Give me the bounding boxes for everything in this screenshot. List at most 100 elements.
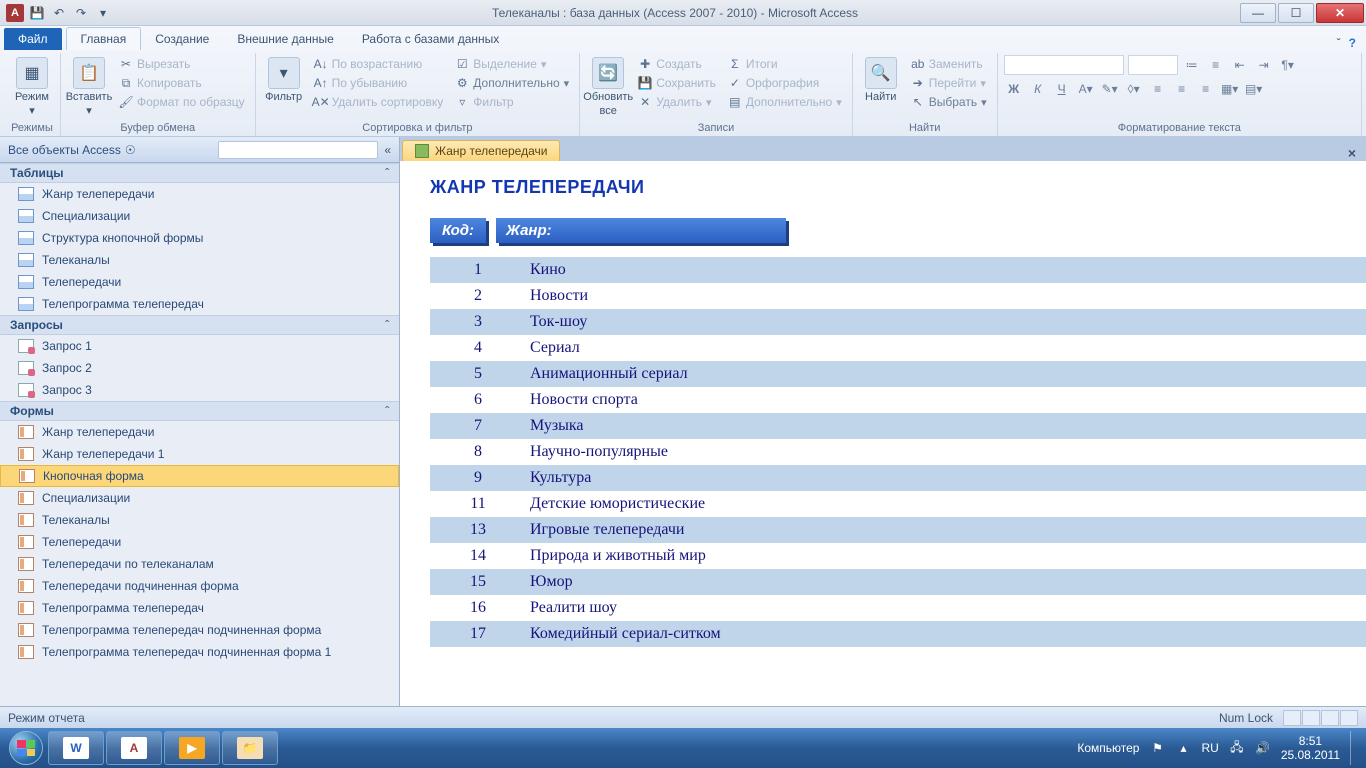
nav-search-input[interactable] — [218, 141, 378, 159]
nav-item[interactable]: Специализации — [0, 205, 399, 227]
maximize-button[interactable]: ☐ — [1278, 3, 1314, 23]
delete-record-button[interactable]: ✕Удалить ▾ — [634, 93, 720, 111]
indent-inc-icon[interactable]: ⇥ — [1254, 55, 1274, 75]
paste-button[interactable]: 📋Вставить▾ — [67, 55, 111, 119]
clear-sort-button[interactable]: A✕Удалить сортировку — [310, 93, 448, 111]
lang-indicator[interactable]: RU — [1201, 741, 1218, 755]
nav-item[interactable]: Телепрограмма телепередач подчиненная фо… — [0, 619, 399, 641]
table-row[interactable]: 9Культура — [430, 465, 1366, 491]
table-row[interactable]: 1Кино — [430, 257, 1366, 283]
taskbar-access[interactable]: A — [106, 731, 162, 765]
minimize-ribbon-icon[interactable]: ˇ — [1337, 36, 1341, 50]
save-record-button[interactable]: 💾Сохранить — [634, 74, 720, 92]
speaker-icon[interactable]: 🔊 — [1255, 740, 1271, 756]
para-dir-icon[interactable]: ¶▾ — [1278, 55, 1298, 75]
view-design-button[interactable] — [1340, 710, 1358, 726]
table-row[interactable]: 17Комедийный сериал-ситком — [430, 621, 1366, 647]
nav-cat-forms[interactable]: Формыˆ — [0, 401, 399, 421]
selection-button[interactable]: ☑Выделение ▾ — [451, 55, 573, 73]
nav-header[interactable]: Все объекты Access ☉ « — [0, 137, 399, 163]
nav-item[interactable]: Телеканалы — [0, 509, 399, 531]
nav-cat-queries[interactable]: Запросыˆ — [0, 315, 399, 335]
tray-overflow-icon[interactable]: ▴ — [1175, 740, 1191, 756]
table-row[interactable]: 14Природа и животный мир — [430, 543, 1366, 569]
redo-icon[interactable]: ↷ — [72, 4, 90, 22]
table-row[interactable]: 3Ток-шоу — [430, 309, 1366, 335]
nav-item[interactable]: Телепрограмма телепередач — [0, 597, 399, 619]
nav-item[interactable]: Запрос 2 — [0, 357, 399, 379]
goto-button[interactable]: ➔Перейти ▾ — [907, 74, 991, 92]
mode-button[interactable]: ▦Режим▾ — [10, 55, 54, 119]
fontcolor-button[interactable]: A▾ — [1076, 79, 1096, 99]
numbering-icon[interactable]: ≡ — [1206, 55, 1226, 75]
copy-button[interactable]: ⧉Копировать — [115, 74, 249, 92]
nav-item[interactable]: Запрос 1 — [0, 335, 399, 357]
gridlines-icon[interactable]: ▦▾ — [1220, 79, 1240, 99]
nav-cat-tables[interactable]: Таблицыˆ — [0, 163, 399, 183]
nav-item[interactable]: Телепередачи по телеканалам — [0, 553, 399, 575]
taskbar-mediaplayer[interactable]: ▶ — [164, 731, 220, 765]
new-record-button[interactable]: ✚Создать — [634, 55, 720, 73]
tab-file[interactable]: Файл — [4, 28, 62, 50]
sort-desc-button[interactable]: A↑По убыванию — [310, 74, 448, 92]
close-doc-button[interactable]: × — [1338, 145, 1366, 161]
taskbar-word[interactable]: W — [48, 731, 104, 765]
more-records-button[interactable]: ▤Дополнительно ▾ — [724, 93, 846, 111]
font-select[interactable] — [1004, 55, 1124, 75]
show-desktop-button[interactable] — [1350, 731, 1360, 765]
network-icon[interactable]: 🖧 — [1229, 740, 1245, 756]
table-row[interactable]: 4Сериал — [430, 335, 1366, 361]
table-row[interactable]: 5Анимационный сериал — [430, 361, 1366, 387]
minimize-button[interactable]: — — [1240, 3, 1276, 23]
table-row[interactable]: 8Научно-популярные — [430, 439, 1366, 465]
nav-item[interactable]: Телепередачи подчиненная форма — [0, 575, 399, 597]
save-icon[interactable]: 💾 — [28, 4, 46, 22]
undo-icon[interactable]: ↶ — [50, 4, 68, 22]
nav-item[interactable]: Жанр телепередачи 1 — [0, 443, 399, 465]
nav-item[interactable]: Телепрограмма телепередач — [0, 293, 399, 315]
nav-item[interactable]: Жанр телепередачи — [0, 421, 399, 443]
refresh-button[interactable]: 🔄Обновитьвсе — [586, 55, 630, 119]
altrow-icon[interactable]: ▤▾ — [1244, 79, 1264, 99]
fillcolor-button[interactable]: ◊▾ — [1124, 79, 1144, 99]
bullets-icon[interactable]: ≔ — [1182, 55, 1202, 75]
nav-item[interactable]: Жанр телепередачи — [0, 183, 399, 205]
format-painter-button[interactable]: 🖌Формат по образцу — [115, 93, 249, 111]
view-report-button[interactable] — [1283, 710, 1301, 726]
qat-dropdown-icon[interactable]: ▾ — [94, 4, 112, 22]
taskbar-explorer[interactable]: 📁 — [222, 731, 278, 765]
apply-filter-button[interactable]: ▿Фильтр — [451, 93, 573, 111]
fontsize-select[interactable] — [1128, 55, 1178, 75]
tab-dbtools[interactable]: Работа с базами данных — [348, 28, 513, 50]
tray-clock[interactable]: 8:5125.08.2011 — [1281, 734, 1340, 763]
table-row[interactable]: 2Новости — [430, 283, 1366, 309]
nav-item[interactable]: Телепередачи — [0, 271, 399, 293]
totals-button[interactable]: ΣИтоги — [724, 55, 846, 73]
table-row[interactable]: 6Новости спорта — [430, 387, 1366, 413]
spelling-button[interactable]: ✓Орфография — [724, 74, 846, 92]
help-icon[interactable]: ? — [1349, 36, 1356, 50]
tray-computer[interactable]: Компьютер — [1077, 741, 1139, 755]
table-row[interactable]: 15Юмор — [430, 569, 1366, 595]
view-print-button[interactable] — [1302, 710, 1320, 726]
flag-icon[interactable]: ⚑ — [1149, 740, 1165, 756]
nav-item[interactable]: Телепередачи — [0, 531, 399, 553]
tab-home[interactable]: Главная — [66, 27, 142, 50]
align-right-icon[interactable]: ≡ — [1196, 79, 1216, 99]
replace-button[interactable]: abЗаменить — [907, 55, 991, 73]
nav-item[interactable]: Кнопочная форма — [0, 465, 399, 487]
doc-tab-genre[interactable]: Жанр телепередачи — [402, 140, 560, 161]
tab-create[interactable]: Создание — [141, 28, 223, 50]
table-row[interactable]: 7Музыка — [430, 413, 1366, 439]
italic-button[interactable]: К — [1028, 79, 1048, 99]
tab-external[interactable]: Внешние данные — [223, 28, 348, 50]
table-row[interactable]: 13Игровые телепередачи — [430, 517, 1366, 543]
table-row[interactable]: 11Детские юмористические — [430, 491, 1366, 517]
select-button[interactable]: ↖Выбрать ▾ — [907, 93, 991, 111]
nav-item[interactable]: Запрос 3 — [0, 379, 399, 401]
nav-item[interactable]: Телеканалы — [0, 249, 399, 271]
nav-item[interactable]: Структура кнопочной формы — [0, 227, 399, 249]
underline-button[interactable]: Ч — [1052, 79, 1072, 99]
highlight-button[interactable]: ✎▾ — [1100, 79, 1120, 99]
align-left-icon[interactable]: ≡ — [1148, 79, 1168, 99]
